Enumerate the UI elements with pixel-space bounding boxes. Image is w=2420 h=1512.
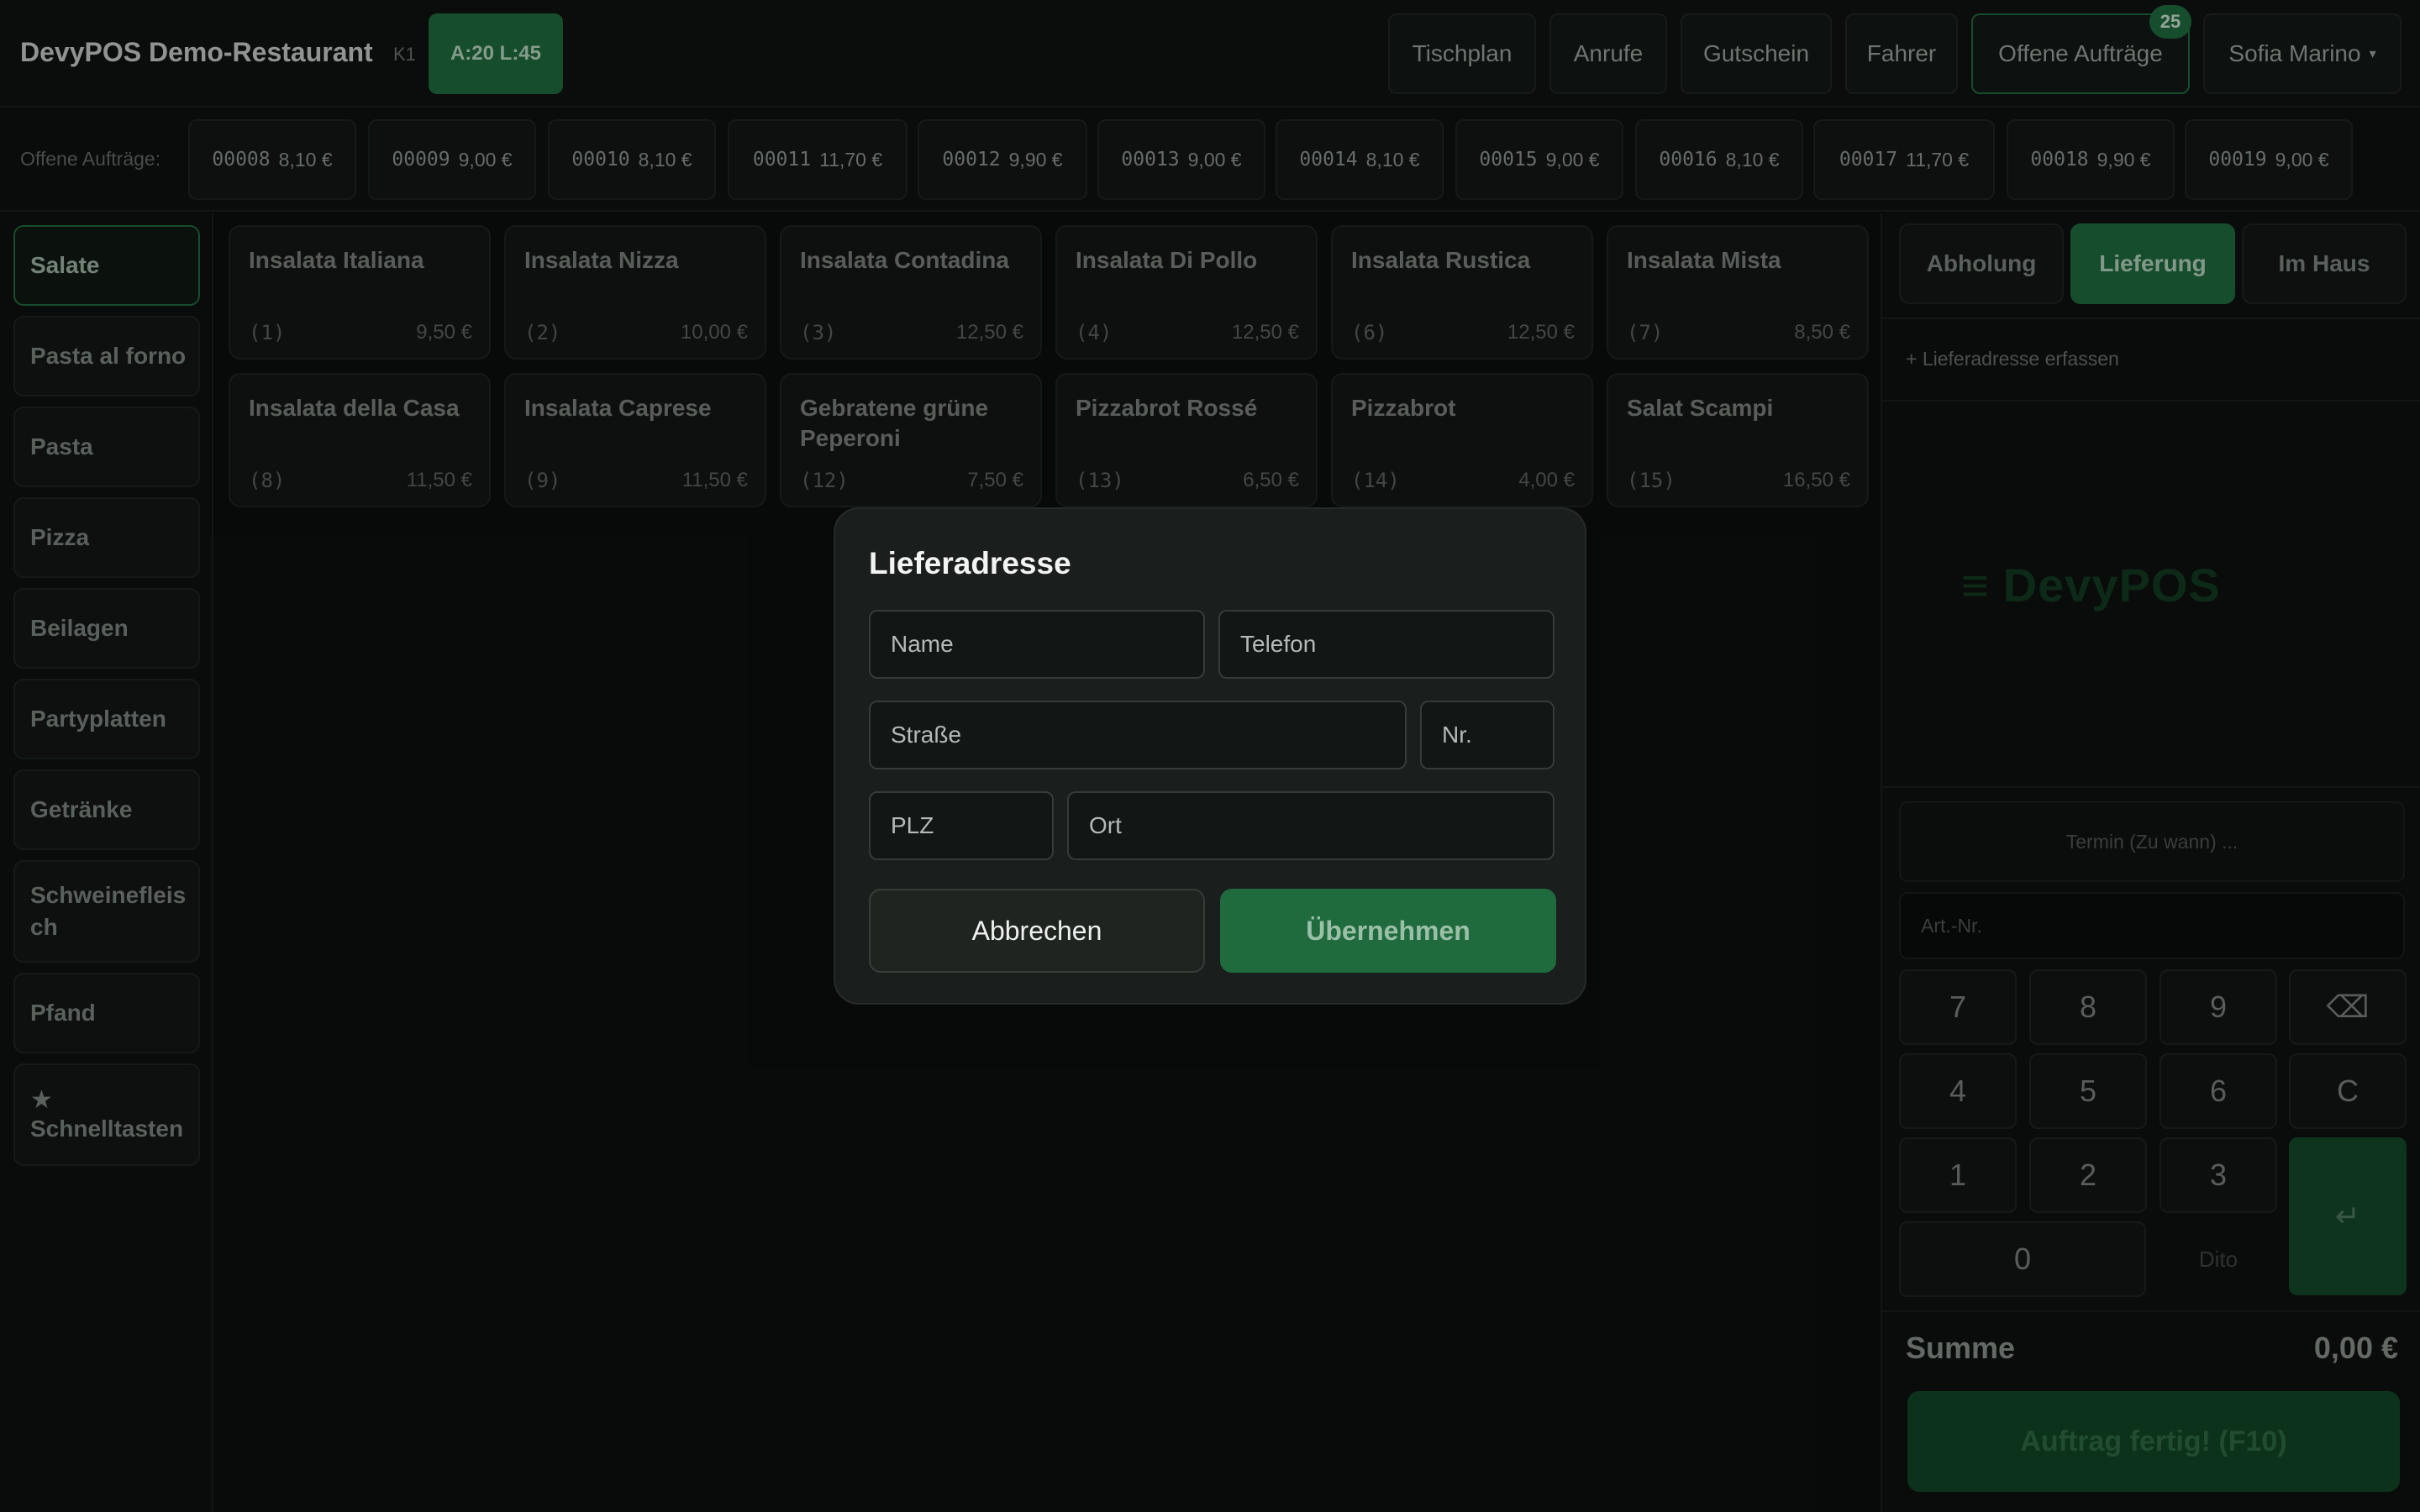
delivery-address-dialog: Lieferadresse Abbrechen Übernehmen (834, 507, 1586, 1005)
apply-button[interactable]: Übernehmen (1220, 889, 1556, 973)
street-field[interactable] (869, 701, 1407, 769)
city-field[interactable] (1067, 791, 1555, 860)
phone-field[interactable] (1218, 610, 1555, 679)
name-field[interactable] (869, 610, 1205, 679)
cancel-button[interactable]: Abbrechen (869, 889, 1205, 973)
zip-field[interactable] (869, 791, 1054, 860)
house-number-field[interactable] (1420, 701, 1555, 769)
dialog-title: Lieferadresse (869, 546, 1071, 580)
